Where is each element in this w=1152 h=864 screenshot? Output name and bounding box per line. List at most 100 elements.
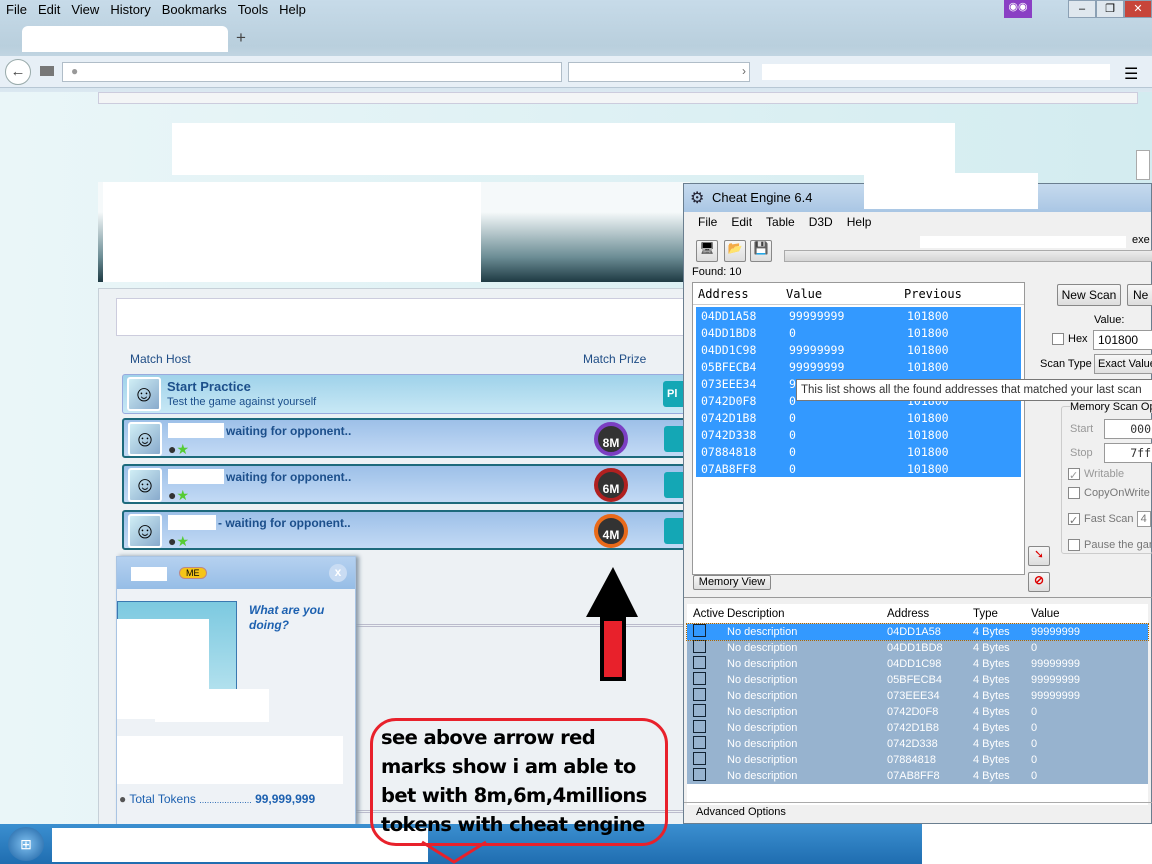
table-cell: 0	[1031, 754, 1038, 766]
col-match-prize: Match Prize	[583, 352, 647, 366]
save-icon[interactable]: 💾	[750, 240, 772, 262]
table-row[interactable]: No description 04DD1A58 4 Bytes 99999999	[686, 623, 1149, 641]
stop-icon[interactable]: ⊘	[1028, 572, 1050, 592]
menu-help[interactable]: Help	[279, 2, 306, 17]
fastscan-alignment-input[interactable]: 4	[1136, 511, 1151, 527]
scan-type-dropdown[interactable]: Exact Value	[1094, 354, 1152, 374]
lobby-search-box[interactable]	[116, 298, 690, 336]
result-row[interactable]: 05BFECB4 99999999 101800	[696, 358, 1021, 375]
active-checkbox[interactable]	[693, 752, 706, 765]
stop-address-input[interactable]: 7ff	[1104, 443, 1152, 463]
table-row[interactable]: No description 073EEE34 4 Bytes 99999999	[687, 688, 1148, 704]
memory-view-button[interactable]: Memory View	[693, 575, 771, 590]
result-row[interactable]: 04DD1BD8 0 101800	[696, 324, 1021, 341]
open-folder-icon[interactable]: 📂	[724, 240, 746, 262]
copyonwrite-checkbox[interactable]: CopyOnWrite	[1068, 487, 1150, 500]
active-checkbox[interactable]	[693, 736, 706, 749]
ce-menu-d3d[interactable]: D3D	[809, 215, 833, 229]
result-row[interactable]: 04DD1C98 99999999 101800	[696, 341, 1021, 358]
minimize-button[interactable]: –	[1068, 0, 1096, 18]
menu-bookmarks[interactable]: Bookmarks	[162, 2, 227, 17]
col-previous[interactable]: Previous	[904, 287, 1014, 301]
active-checkbox[interactable]	[693, 688, 706, 701]
result-row[interactable]: 07884818 0 101800	[696, 443, 1021, 460]
match-row[interactable]: ☺ - waiting for opponent.. ●★ 4M	[122, 510, 692, 550]
redacted-process-name	[920, 236, 1126, 248]
col-value[interactable]: Value	[786, 287, 904, 301]
browser-tab[interactable]	[22, 26, 228, 52]
writable-checkbox[interactable]: ✓ Writable	[1068, 468, 1124, 482]
table-row[interactable]: No description 07884818 4 Bytes 0	[687, 752, 1148, 768]
menu-tools[interactable]: Tools	[238, 2, 268, 17]
active-checkbox[interactable]	[693, 768, 706, 781]
redacted-area	[117, 736, 343, 784]
result-cell: 101800	[907, 359, 949, 374]
fastscan-checkbox[interactable]: ✓ Fast Scan 4	[1068, 511, 1151, 527]
new-tab-button[interactable]: +	[236, 28, 246, 48]
result-cell: 101800	[907, 325, 949, 340]
globe-icon: ●	[71, 64, 79, 78]
table-row[interactable]: No description 05BFECB4 4 Bytes 99999999	[687, 672, 1148, 688]
active-checkbox[interactable]	[693, 704, 706, 717]
table-row[interactable]: No description 0742D338 4 Bytes 0	[687, 736, 1148, 752]
new-scan-button[interactable]: New Scan	[1057, 284, 1121, 306]
col-active[interactable]: Active	[687, 608, 727, 620]
hex-checkbox[interactable]: Hex	[1052, 333, 1088, 346]
active-checkbox[interactable]	[693, 720, 706, 733]
table-row[interactable]: No description 0742D0F8 4 Bytes 0	[687, 704, 1148, 720]
match-row[interactable]: ☺ waiting for opponent.. ●★ 8M	[122, 418, 692, 458]
active-checkbox[interactable]	[693, 640, 706, 653]
add-to-list-arrow-icon[interactable]: ➘	[1028, 546, 1050, 566]
start-address-input[interactable]: 000	[1104, 419, 1152, 439]
windows-start-icon[interactable]: ⊞	[8, 827, 44, 861]
active-checkbox[interactable]	[693, 672, 706, 685]
redacted-tray	[922, 824, 1152, 864]
hamburger-menu-icon[interactable]: ☰	[1124, 64, 1138, 84]
col-type[interactable]: Type	[973, 608, 1031, 620]
col-value[interactable]: Value	[1031, 608, 1060, 620]
pause-game-checkbox[interactable]: Pause the gam	[1068, 539, 1152, 552]
col-address[interactable]: Address	[693, 287, 786, 301]
result-row[interactable]: 0742D1B8 0 101800	[696, 409, 1021, 426]
active-checkbox[interactable]	[693, 624, 706, 637]
match-row[interactable]: ☺ waiting for opponent.. ●★ 6M	[122, 464, 692, 504]
menu-view[interactable]: View	[71, 2, 99, 17]
back-arrow-icon[interactable]: ←	[5, 59, 31, 85]
active-checkbox[interactable]	[693, 656, 706, 669]
result-row[interactable]: 07AB8FF8 0 101800	[696, 460, 1021, 477]
history-icon[interactable]	[40, 66, 54, 76]
table-row[interactable]: No description 04DD1BD8 4 Bytes 0	[687, 640, 1148, 656]
open-process-icon[interactable]: 🖥	[696, 240, 718, 262]
ce-menu-help[interactable]: Help	[847, 215, 872, 229]
menu-file[interactable]: File	[6, 2, 27, 17]
menu-history[interactable]: History	[110, 2, 150, 17]
menu-edit[interactable]: Edit	[38, 2, 60, 17]
close-popup-button[interactable]: x	[329, 564, 347, 582]
scan-value-input[interactable]: 101800	[1093, 330, 1152, 350]
table-row[interactable]: No description 07AB8FF8 4 Bytes 0	[687, 768, 1148, 784]
ce-menu-edit[interactable]: Edit	[731, 215, 752, 229]
cheat-table[interactable]: Active Description Address Type Value No des…	[686, 604, 1149, 805]
ce-menu-file[interactable]: File	[698, 215, 717, 229]
col-description[interactable]: Description	[727, 608, 887, 620]
search-bar[interactable]: ›	[568, 62, 750, 82]
tokens-label: Total Tokens	[129, 792, 196, 806]
next-scan-button[interactable]: Ne	[1127, 284, 1152, 306]
rank-star-icon: ●★	[168, 533, 190, 549]
restore-button[interactable]: ❐	[1096, 0, 1124, 18]
col-address[interactable]: Address	[887, 608, 973, 620]
table-row[interactable]: No description 04DD1C98 4 Bytes 99999999	[687, 656, 1148, 672]
table-row[interactable]: No description 0742D1B8 4 Bytes 0	[687, 720, 1148, 736]
advanced-options-button[interactable]: Advanced Options	[684, 802, 1152, 824]
close-button[interactable]: ✕	[1124, 0, 1152, 18]
ce-menu-table[interactable]: Table	[766, 215, 795, 229]
splitter[interactable]	[684, 597, 1152, 601]
result-row[interactable]: 04DD1A58 99999999 101800	[696, 307, 1021, 324]
practice-row[interactable]: ☺ Start Practice Test the game against y…	[122, 374, 691, 414]
redacted-username	[168, 423, 224, 438]
url-bar[interactable]: ●	[62, 62, 562, 82]
found-address-list[interactable]: Address Value Previous 04DD1A58 99999999 101…	[692, 282, 1025, 575]
page-scrollbar[interactable]	[1136, 150, 1150, 180]
table-cell: 0742D1B8	[887, 722, 939, 734]
result-row[interactable]: 0742D338 0 101800	[696, 426, 1021, 443]
